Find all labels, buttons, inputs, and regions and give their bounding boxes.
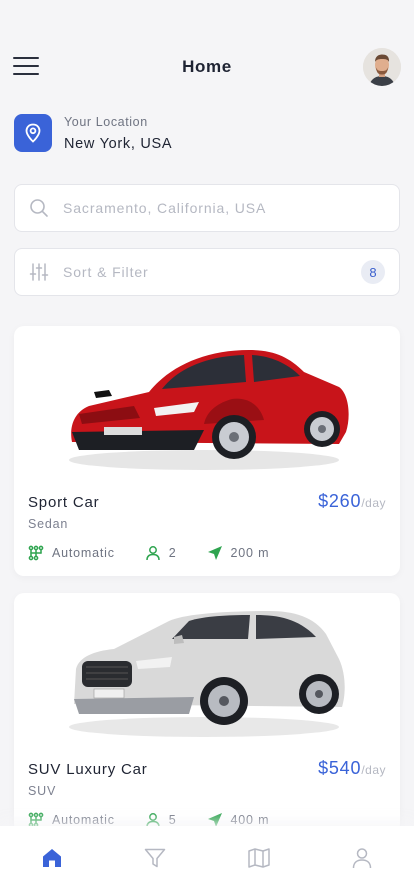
location-pin-icon: [14, 114, 52, 152]
menu-line: [13, 73, 39, 75]
gearbox-icon: [28, 545, 44, 561]
distance-label: 400 m: [230, 813, 270, 827]
map-icon: [248, 848, 270, 868]
avatar[interactable]: [363, 48, 401, 86]
location-label: Your Location: [64, 114, 148, 129]
transmission-spec: Automatic: [28, 545, 115, 561]
nav-home[interactable]: [32, 838, 72, 878]
car-name: Sport Car: [28, 494, 100, 511]
seats-spec: 2: [145, 545, 177, 561]
sport-car-image: [69, 350, 349, 470]
price-value: $540: [318, 758, 362, 778]
price-unit: /day: [361, 763, 386, 777]
seats-count: 2: [168, 546, 177, 560]
distance-label: 200 m: [230, 546, 270, 560]
price-unit: /day: [361, 496, 386, 510]
search-icon: [30, 199, 48, 217]
car-type: Sedan: [28, 517, 69, 531]
car-card[interactable]: SUV Luxury Car SUV $540 /day Automatic 5…: [14, 593, 400, 843]
suv-car-image: [69, 611, 345, 737]
person-icon: [146, 546, 160, 561]
top-bar: Home: [0, 44, 414, 90]
car-price: $540 /day: [318, 758, 386, 779]
menu-button[interactable]: [13, 55, 39, 77]
location-value: New York, USA: [64, 135, 173, 152]
user-photo: [363, 48, 401, 86]
car-specs: Automatic 2 200 m: [28, 545, 299, 561]
sliders-icon: [29, 263, 49, 281]
profile-icon: [353, 848, 372, 869]
nav-map[interactable]: [239, 838, 279, 878]
nav-filter[interactable]: [135, 838, 175, 878]
navigation-arrow-icon: [207, 546, 222, 560]
transmission-label: Automatic: [52, 813, 115, 827]
car-name: SUV Luxury Car: [28, 761, 148, 778]
home-icon: [42, 849, 61, 867]
filter-icon: [145, 848, 166, 868]
filter-count-badge: 8: [361, 260, 385, 284]
car-type: SUV: [28, 784, 57, 798]
car-card[interactable]: Sport Car Sedan $260 /day Automatic 2 20…: [14, 326, 400, 576]
seats-count: 5: [168, 813, 177, 827]
location-block[interactable]: Your Location New York, USA: [14, 114, 172, 152]
nav-profile[interactable]: [342, 838, 382, 878]
car-price: $260 /day: [318, 491, 386, 512]
price-value: $260: [318, 491, 362, 511]
menu-line: [13, 57, 39, 59]
sort-filter-label: Sort & Filter: [63, 264, 149, 280]
sort-filter-button[interactable]: Sort & Filter 8: [14, 248, 400, 296]
transmission-label: Automatic: [52, 546, 115, 560]
page-title: Home: [182, 57, 232, 76]
menu-line: [13, 65, 39, 67]
search-field[interactable]: [14, 184, 400, 232]
search-input[interactable]: [63, 200, 385, 216]
bottom-nav: [0, 826, 414, 896]
distance-spec: 200 m: [207, 545, 270, 561]
